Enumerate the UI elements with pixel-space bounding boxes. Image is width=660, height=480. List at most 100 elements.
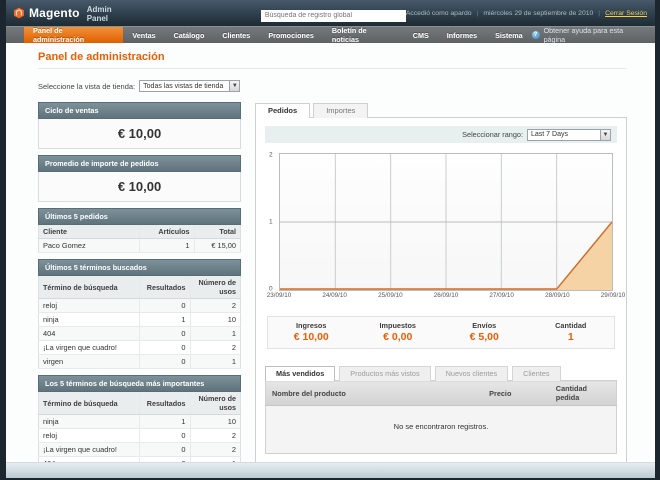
cell-results: 0 xyxy=(139,354,190,369)
table-row[interactable]: ninja 1 10 xyxy=(38,312,241,327)
total-cantidad: Cantidad 1 xyxy=(528,321,615,343)
help-icon: ? xyxy=(531,31,540,39)
main-nav: Panel de administración Ventas Catálogo … xyxy=(6,26,655,44)
table-row[interactable]: ¡La virgen que cuadro! 0 2 xyxy=(38,442,241,457)
range-selected: Last 7 Days xyxy=(531,131,568,138)
table-row[interactable]: reloj 0 2 xyxy=(38,428,241,443)
footer-strip xyxy=(6,462,655,478)
total-value: 1 xyxy=(567,331,574,343)
table-row[interactable]: ninja 1 10 xyxy=(38,414,241,429)
cell-items: 1 xyxy=(139,238,195,253)
nav-item-ventas[interactable]: Ventas xyxy=(123,27,164,43)
x-tick-label: 23/09/10 xyxy=(266,292,292,299)
total-value: € 10,00 xyxy=(293,331,329,343)
x-tick-label: 27/09/10 xyxy=(489,292,514,299)
table-row[interactable]: 404 0 1 xyxy=(38,326,241,341)
cell-uses: 2 xyxy=(189,340,241,355)
cell-results: 1 xyxy=(139,312,190,327)
x-tick-label: 24/09/10 xyxy=(322,292,347,299)
products-tabs: Más vendidos Productos más vistos Nuevos… xyxy=(265,365,617,381)
cell-term: virgen xyxy=(38,354,140,369)
table-row[interactable]: reloj 0 2 xyxy=(38,298,241,313)
cell-uses: 10 xyxy=(189,414,241,429)
tab-clientes[interactable]: Clientes xyxy=(512,366,561,381)
total-ingresos: Ingresos € 10,00 xyxy=(268,321,355,343)
cell-uses: 2 xyxy=(189,298,241,313)
nav-item-cms[interactable]: CMS xyxy=(404,27,438,43)
x-tick-label: 29/09/10 xyxy=(600,292,626,299)
y-tick-label: 1 xyxy=(269,218,273,226)
logout-link[interactable]: Cerrar Sesión xyxy=(605,10,647,17)
last-orders-box: Últimos 5 pedidos Cliente Artículos Tota… xyxy=(38,208,241,253)
cell-customer: Paco Gomez xyxy=(38,238,140,253)
separator xyxy=(477,10,479,17)
help-link-label: Obtener ayuda para esta página xyxy=(543,26,624,44)
tab-mas-vendidos[interactable]: Más vendidos xyxy=(265,366,336,381)
top-search-terms-title: Los 5 términos de búsqueda más important… xyxy=(38,375,241,392)
nav-item-dashboard[interactable]: Panel de administración xyxy=(24,26,124,44)
cell-uses: 10 xyxy=(189,312,241,327)
nav-item-catalogo[interactable]: Catálogo xyxy=(165,27,214,43)
tab-importes[interactable]: Importes xyxy=(313,103,369,118)
store-view-select[interactable]: Todas las vistas de tienda ▼ xyxy=(139,80,241,92)
cell-uses: 1 xyxy=(189,326,241,341)
cell-uses: 2 xyxy=(189,442,241,457)
cell-results: 1 xyxy=(139,414,190,429)
tab-nuevos-clientes[interactable]: Nuevos clientes xyxy=(434,366,509,381)
cell-uses: 2 xyxy=(189,428,241,443)
dashboard-main: Pedidos Importes Seleccionar rango: Last… xyxy=(255,102,627,462)
cell-uses: 1 xyxy=(189,354,241,369)
table-row[interactable]: Paco Gomez 1 € 15,00 xyxy=(38,238,241,253)
column-header: Resultados xyxy=(139,276,190,299)
total-envios: Envíos € 5,00 xyxy=(441,321,528,343)
cell-term: reloj xyxy=(38,298,140,313)
x-tick-label: 25/09/10 xyxy=(378,292,403,299)
cell-term: ¡La virgen que cuadro! xyxy=(38,340,140,355)
table-row[interactable]: ¡La virgen que cuadro! 0 2 xyxy=(38,340,241,355)
cell-term: 404 xyxy=(38,326,140,341)
last-orders-title: Últimos 5 pedidos xyxy=(38,208,241,225)
range-select[interactable]: Last 7 Days ▼ xyxy=(527,128,611,141)
nav-item-boletin[interactable]: Boletín de noticias xyxy=(323,26,404,44)
column-header: Cliente xyxy=(38,225,140,239)
orders-chart: 012 23/09/10 24/09/10 25/09/10 26/09/10 27/0… xyxy=(267,151,626,302)
column-header: Término de búsqueda xyxy=(38,276,140,299)
last-search-terms-table: Término de búsqueda Resultados Número de… xyxy=(38,276,241,369)
cell-results: 0 xyxy=(139,442,190,457)
column-header: Resultados xyxy=(139,392,190,415)
logo-subtitle: Admin Panel xyxy=(86,5,112,23)
column-header: Término de búsqueda xyxy=(38,392,140,415)
lifetime-sales-box: Ciclo de ventas € 10,00 xyxy=(38,102,241,149)
help-link[interactable]: ? Obtener ayuda para esta página xyxy=(531,26,655,44)
bestsellers-table: Nombre del producto Precio Cantidad pedi… xyxy=(265,380,617,454)
column-header: Artículos xyxy=(139,225,195,239)
global-search-input[interactable] xyxy=(260,9,406,22)
magento-admin-page: Magento Admin Panel Accedió como apardo … xyxy=(6,0,655,478)
column-header: Número de usos xyxy=(189,276,241,299)
table-row[interactable]: virgen 0 1 xyxy=(38,354,241,369)
nav-item-sistema[interactable]: Sistema xyxy=(486,27,532,43)
chart-x-labels: 23/09/10 24/09/10 25/09/10 26/09/10 27/09/10… xyxy=(267,292,626,302)
last-search-terms-box: Últimos 5 términos buscados Término de b… xyxy=(38,259,241,369)
orders-panel: Seleccionar rango: Last 7 Days ▼ 012 23/… xyxy=(255,117,627,462)
cell-term: ¡La virgen que cuadro! xyxy=(38,442,140,457)
column-header: Precio xyxy=(483,380,550,406)
x-tick-label: 28/09/10 xyxy=(545,292,570,299)
average-orders-title: Promedio de importe de pedidos xyxy=(38,155,241,172)
tab-pedidos[interactable]: Pedidos xyxy=(255,103,311,118)
nav-item-promociones[interactable]: Promociones xyxy=(259,27,323,43)
total-value: € 5,00 xyxy=(469,331,499,343)
total-label: Ingresos xyxy=(296,321,327,330)
chart-tabs: Pedidos Importes xyxy=(255,102,627,118)
cell-results: 0 xyxy=(139,326,190,341)
orders-chart-plot: 012 xyxy=(269,151,613,293)
page-title: Panel de administración xyxy=(38,51,627,69)
nav-item-informes[interactable]: Informes xyxy=(438,27,486,43)
range-label: Seleccionar rango: xyxy=(462,130,523,139)
nav-item-clientes[interactable]: Clientes xyxy=(213,27,259,43)
tab-productos-mas-vistos[interactable]: Productos más vistos xyxy=(339,366,431,381)
lifetime-sales-value: € 10,00 xyxy=(38,119,241,149)
top-search-terms-table: Término de búsqueda Resultados Número de… xyxy=(38,392,241,462)
empty-table-message: No se encontraron registros. xyxy=(265,405,617,454)
magento-logo: Magento Admin Panel xyxy=(14,3,119,23)
